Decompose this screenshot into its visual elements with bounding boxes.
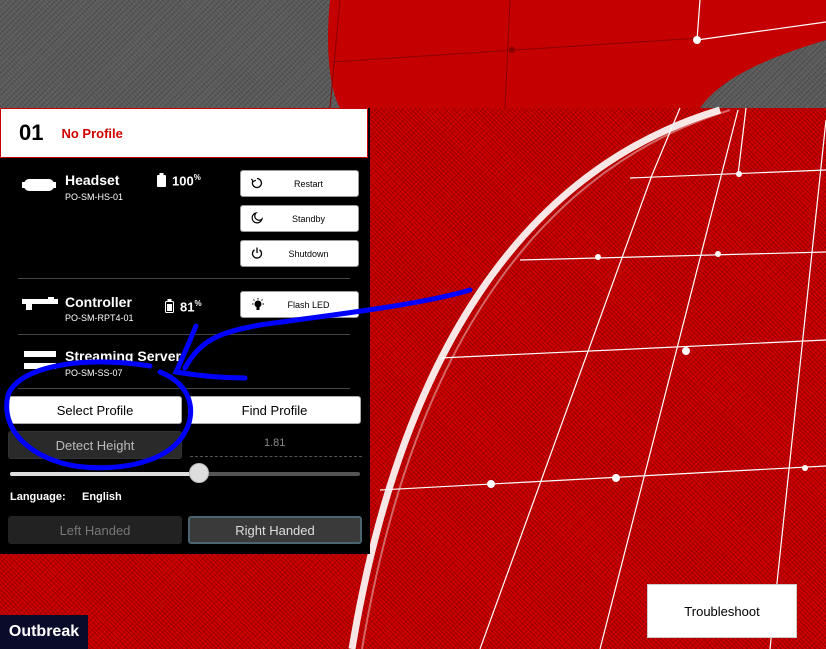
height-value-underline [190, 456, 362, 457]
shutdown-button[interactable]: Shutdown [240, 240, 359, 267]
controller-name: Controller [65, 294, 132, 310]
server-id: PO-SM-SS-07 [65, 368, 123, 378]
language-value[interactable]: English [82, 491, 122, 503]
controller-icon [22, 297, 58, 310]
language-label: Language: [10, 491, 66, 503]
headset-battery-unit: % [193, 173, 201, 182]
profile-header: 01 No Profile [0, 108, 368, 158]
height-slider[interactable] [10, 463, 360, 483]
battery-full-icon [157, 173, 166, 187]
controller-battery-value: 81 [180, 299, 195, 315]
left-handed-button[interactable]: Left Handed [8, 516, 182, 544]
top-red-blob [328, 0, 826, 108]
divider [18, 388, 350, 389]
server-name: Streaming Server [65, 348, 181, 364]
grid-node [509, 47, 515, 53]
restart-button[interactable]: Restart [240, 170, 359, 197]
divider [18, 334, 350, 335]
brand-logo: Outbreak [0, 615, 88, 649]
headset-id: PO-SM-HS-01 [65, 192, 124, 202]
controller-battery: 81% [165, 299, 202, 314]
height-slider-fill [10, 472, 199, 476]
divider [18, 278, 350, 279]
battery-icon [165, 299, 174, 313]
power-icon [251, 247, 263, 259]
curved-boundary-line [348, 106, 722, 649]
headset-battery: 100% [157, 173, 201, 188]
detect-height-button[interactable]: Detect Height [8, 431, 182, 459]
height-slider-thumb[interactable] [189, 463, 209, 483]
lightbulb-icon [252, 298, 264, 310]
profile-name: No Profile [61, 125, 123, 141]
server-icon [24, 351, 56, 369]
height-value: 1.81 [264, 437, 286, 449]
headset-name: Headset [65, 172, 120, 188]
flash-led-button[interactable]: Flash LED [240, 291, 359, 318]
standby-button[interactable]: Standby [240, 205, 359, 232]
moon-icon [251, 212, 263, 224]
profile-number: 01 [19, 120, 44, 145]
restart-icon [251, 177, 263, 189]
right-handed-button[interactable]: Right Handed [188, 516, 362, 544]
headset-icon [22, 179, 56, 191]
device-panel: 01 No Profile Headset PO-SM-HS-01 100% R… [0, 108, 370, 554]
controller-id: PO-SM-RPT4-01 [65, 313, 134, 323]
headset-battery-value: 100 [172, 173, 194, 189]
select-profile-button[interactable]: Select Profile [8, 396, 182, 424]
controller-battery-unit: % [194, 299, 202, 308]
troubleshoot-button[interactable]: Troubleshoot [647, 584, 797, 638]
find-profile-button[interactable]: Find Profile [188, 396, 361, 424]
